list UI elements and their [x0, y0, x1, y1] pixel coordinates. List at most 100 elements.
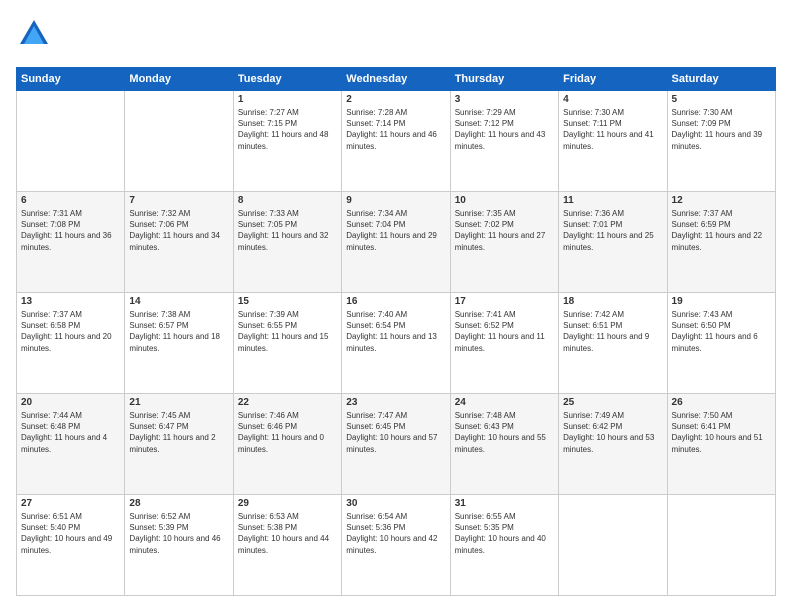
weekday-header-tuesday: Tuesday [233, 68, 341, 91]
calendar-cell [667, 495, 775, 596]
calendar-cell: 12 Sunrise: 7:37 AM Sunset: 6:59 PM Dayli… [667, 192, 775, 293]
day-number: 3 [455, 94, 554, 105]
day-number: 14 [129, 296, 228, 307]
calendar-cell: 11Sunrise: 7:36 AM Sunset: 7:01 PM Dayli… [559, 192, 667, 293]
cell-content: Sunrise: 7:36 AM Sunset: 7:01 PM Dayligh… [563, 208, 662, 253]
calendar-cell: 24 Sunrise: 7:48 AM Sunset: 6:43 PM Dayli… [450, 394, 558, 495]
week-row-3: 20 Sunrise: 7:44 AM Sunset: 6:48 PM Dayli… [17, 394, 776, 495]
day-number: 2 [346, 94, 445, 105]
cell-content: Sunrise: 7:27 AM Sunset: 7:15 PM Dayligh… [238, 107, 337, 152]
day-number: 28 [129, 498, 228, 509]
day-number: 22 [238, 397, 337, 408]
calendar-cell: 18Sunrise: 7:42 AM Sunset: 6:51 PM Dayli… [559, 293, 667, 394]
calendar-cell: 2 Sunrise: 7:28 AM Sunset: 7:14 PM Daylig… [342, 91, 450, 192]
calendar-cell: 27 Sunrise: 6:51 AM Sunset: 5:40 PM Dayli… [17, 495, 125, 596]
calendar-cell [17, 91, 125, 192]
day-number: 10 [455, 195, 554, 206]
cell-content: Sunrise: 6:51 AM Sunset: 5:40 PM Dayligh… [21, 511, 120, 556]
calendar-cell: 19 Sunrise: 7:43 AM Sunset: 6:50 PM Dayli… [667, 293, 775, 394]
cell-content: Sunrise: 6:54 AM Sunset: 5:36 PM Dayligh… [346, 511, 445, 556]
cell-content: Sunrise: 7:47 AM Sunset: 6:45 PM Dayligh… [346, 410, 445, 455]
week-row-0: 1 Sunrise: 7:27 AM Sunset: 7:15 PM Daylig… [17, 91, 776, 192]
day-number: 7 [129, 195, 228, 206]
day-number: 29 [238, 498, 337, 509]
weekday-header-row: SundayMondayTuesdayWednesdayThursdayFrid… [17, 68, 776, 91]
calendar-cell: 5 Sunrise: 7:30 AM Sunset: 7:09 PM Daylig… [667, 91, 775, 192]
cell-content: Sunrise: 7:38 AM Sunset: 6:57 PM Dayligh… [129, 309, 228, 354]
calendar-cell: 16Sunrise: 7:40 AM Sunset: 6:54 PM Dayli… [342, 293, 450, 394]
cell-content: Sunrise: 7:34 AM Sunset: 7:04 PM Dayligh… [346, 208, 445, 253]
calendar-table: SundayMondayTuesdayWednesdayThursdayFrid… [16, 67, 776, 596]
day-number: 8 [238, 195, 337, 206]
day-number: 31 [455, 498, 554, 509]
calendar-cell: 3 Sunrise: 7:29 AM Sunset: 7:12 PM Daylig… [450, 91, 558, 192]
calendar-cell: 23 Sunrise: 7:47 AM Sunset: 6:45 PM Dayli… [342, 394, 450, 495]
day-number: 1 [238, 94, 337, 105]
calendar-cell: 1 Sunrise: 7:27 AM Sunset: 7:15 PM Daylig… [233, 91, 341, 192]
cell-content: Sunrise: 6:55 AM Sunset: 5:35 PM Dayligh… [455, 511, 554, 556]
cell-content: Sunrise: 7:39 AM Sunset: 6:55 PM Dayligh… [238, 309, 337, 354]
weekday-header-monday: Monday [125, 68, 233, 91]
logo-graphic [16, 16, 52, 57]
logo [16, 16, 56, 57]
day-number: 5 [672, 94, 771, 105]
cell-content: Sunrise: 7:37 AM Sunset: 6:59 PM Dayligh… [672, 208, 771, 253]
calendar-cell: 6 Sunrise: 7:31 AM Sunset: 7:08 PM Daylig… [17, 192, 125, 293]
weekday-header-friday: Friday [559, 68, 667, 91]
weekday-header-sunday: Sunday [17, 68, 125, 91]
day-number: 21 [129, 397, 228, 408]
calendar-cell: 9 Sunrise: 7:34 AM Sunset: 7:04 PM Daylig… [342, 192, 450, 293]
cell-content: Sunrise: 7:28 AM Sunset: 7:14 PM Dayligh… [346, 107, 445, 152]
cell-content: Sunrise: 7:50 AM Sunset: 6:41 PM Dayligh… [672, 410, 771, 455]
calendar-cell: 10Sunrise: 7:35 AM Sunset: 7:02 PM Dayli… [450, 192, 558, 293]
cell-content: Sunrise: 7:29 AM Sunset: 7:12 PM Dayligh… [455, 107, 554, 152]
calendar-cell: 30Sunrise: 6:54 AM Sunset: 5:36 PM Dayli… [342, 495, 450, 596]
calendar-cell: 4 Sunrise: 7:30 AM Sunset: 7:11 PM Daylig… [559, 91, 667, 192]
calendar-cell: 26 Sunrise: 7:50 AM Sunset: 6:41 PM Dayli… [667, 394, 775, 495]
header [16, 16, 776, 57]
day-number: 20 [21, 397, 120, 408]
week-row-1: 6 Sunrise: 7:31 AM Sunset: 7:08 PM Daylig… [17, 192, 776, 293]
day-number: 9 [346, 195, 445, 206]
calendar-cell: 8 Sunrise: 7:33 AM Sunset: 7:05 PM Daylig… [233, 192, 341, 293]
calendar-cell: 31 Sunrise: 6:55 AM Sunset: 5:35 PM Dayli… [450, 495, 558, 596]
day-number: 26 [672, 397, 771, 408]
page: SundayMondayTuesdayWednesdayThursdayFrid… [0, 0, 792, 612]
day-number: 24 [455, 397, 554, 408]
calendar-cell: 15 Sunrise: 7:39 AM Sunset: 6:55 PM Dayli… [233, 293, 341, 394]
calendar-cell: 20 Sunrise: 7:44 AM Sunset: 6:48 PM Dayli… [17, 394, 125, 495]
calendar-cell [125, 91, 233, 192]
cell-content: Sunrise: 6:52 AM Sunset: 5:39 PM Dayligh… [129, 511, 228, 556]
cell-content: Sunrise: 7:30 AM Sunset: 7:11 PM Dayligh… [563, 107, 662, 152]
cell-content: Sunrise: 7:31 AM Sunset: 7:08 PM Dayligh… [21, 208, 120, 253]
calendar-cell: 21 Sunrise: 7:45 AM Sunset: 6:47 PM Dayli… [125, 394, 233, 495]
day-number: 27 [21, 498, 120, 509]
calendar-cell: 17 Sunrise: 7:41 AM Sunset: 6:52 PM Dayli… [450, 293, 558, 394]
day-number: 19 [672, 296, 771, 307]
cell-content: Sunrise: 7:48 AM Sunset: 6:43 PM Dayligh… [455, 410, 554, 455]
cell-content: Sunrise: 7:45 AM Sunset: 6:47 PM Dayligh… [129, 410, 228, 455]
calendar-cell: 7Sunrise: 7:32 AM Sunset: 7:06 PM Daylig… [125, 192, 233, 293]
day-number: 17 [455, 296, 554, 307]
day-number: 12 [672, 195, 771, 206]
weekday-header-saturday: Saturday [667, 68, 775, 91]
day-number: 25 [563, 397, 662, 408]
day-number: 23 [346, 397, 445, 408]
cell-content: Sunrise: 7:37 AM Sunset: 6:58 PM Dayligh… [21, 309, 120, 354]
cell-content: Sunrise: 7:33 AM Sunset: 7:05 PM Dayligh… [238, 208, 337, 253]
calendar-cell: 22Sunrise: 7:46 AM Sunset: 6:46 PM Dayli… [233, 394, 341, 495]
weekday-header-wednesday: Wednesday [342, 68, 450, 91]
cell-content: Sunrise: 7:49 AM Sunset: 6:42 PM Dayligh… [563, 410, 662, 455]
day-number: 18 [563, 296, 662, 307]
cell-content: Sunrise: 7:44 AM Sunset: 6:48 PM Dayligh… [21, 410, 120, 455]
calendar-cell: 28 Sunrise: 6:52 AM Sunset: 5:39 PM Dayli… [125, 495, 233, 596]
day-number: 6 [21, 195, 120, 206]
cell-content: Sunrise: 7:30 AM Sunset: 7:09 PM Dayligh… [672, 107, 771, 152]
cell-content: Sunrise: 7:43 AM Sunset: 6:50 PM Dayligh… [672, 309, 771, 354]
day-number: 4 [563, 94, 662, 105]
day-number: 16 [346, 296, 445, 307]
day-number: 15 [238, 296, 337, 307]
cell-content: Sunrise: 7:41 AM Sunset: 6:52 PM Dayligh… [455, 309, 554, 354]
calendar-cell: 25 Sunrise: 7:49 AM Sunset: 6:42 PM Dayli… [559, 394, 667, 495]
week-row-2: 13Sunrise: 7:37 AM Sunset: 6:58 PM Dayli… [17, 293, 776, 394]
